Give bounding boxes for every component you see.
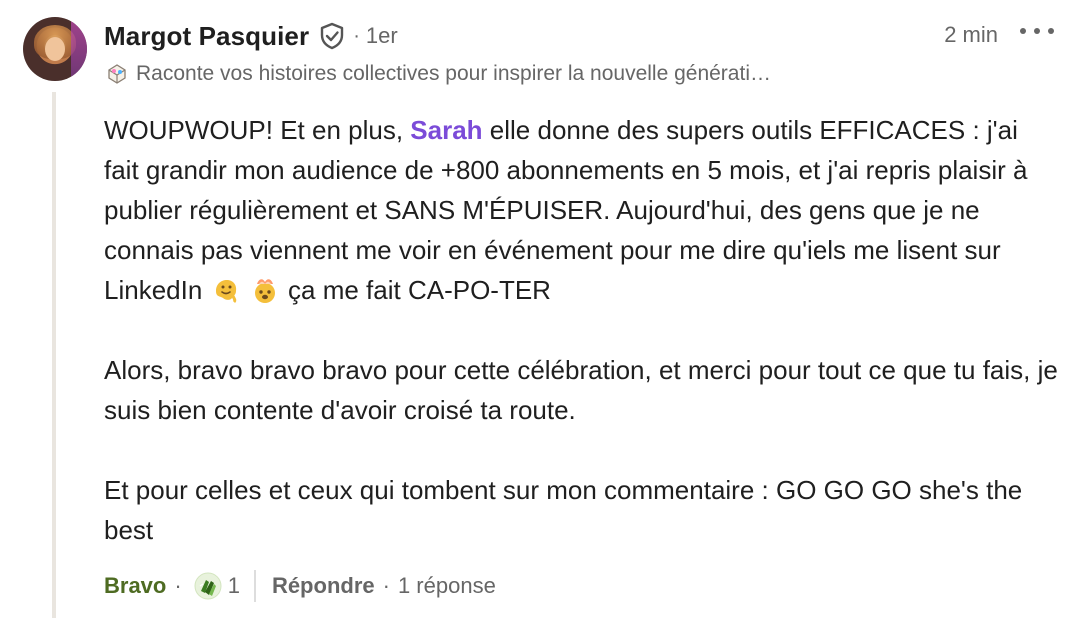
reaction-count[interactable]: 1: [228, 573, 240, 599]
action-separator: ·: [382, 573, 390, 598]
comment-paragraph: Et pour celles et ceux qui tombent sur m…: [104, 475, 1023, 545]
degree-separator: ·: [353, 24, 360, 47]
more-dots-icon[interactable]: [1020, 16, 1054, 46]
avatar-face: [45, 37, 65, 61]
exploding-head-icon: [254, 279, 275, 303]
comment-text: WOUPWOUP! Et en plus,: [104, 115, 411, 145]
verified-shield-icon: [319, 22, 345, 50]
action-separator: ·: [174, 573, 182, 598]
comment-time: 2 min: [944, 22, 998, 47]
action-divider: [253, 570, 256, 602]
comment-header: Margot Pasquier · 1er: [104, 18, 1056, 54]
clapping-hands-icon[interactable]: [194, 572, 222, 600]
author-name[interactable]: Margot Pasquier: [104, 21, 309, 52]
thread-line: [52, 92, 56, 618]
comment-paragraph: Alors, bravo bravo bravo pour cette célé…: [104, 355, 1058, 425]
avatar[interactable]: [23, 17, 87, 81]
avatar-background: [71, 17, 87, 81]
reply-button[interactable]: Répondre: [272, 573, 375, 599]
melting-face-icon: [215, 280, 236, 304]
comment-body: WOUPWOUP! Et en plus, Sarah elle donne d…: [104, 110, 1059, 550]
comment-text: ça me fait CA-PO-TER: [288, 275, 551, 305]
replies-link[interactable]: 1 réponse: [398, 573, 496, 599]
comment-actions: Bravo · 1 Répondre · 1 réponse: [104, 568, 496, 604]
mention-link[interactable]: Sarah: [410, 115, 482, 145]
comment-paragraph: WOUPWOUP! Et en plus, Sarah elle donne d…: [104, 110, 1059, 310]
connection-degree: 1er: [365, 23, 398, 48]
author-headline-text: Raconte vos histoires collectives pour i…: [136, 62, 771, 85]
author-headline: Raconte vos histoires collectives pour i…: [106, 60, 926, 88]
bravo-button[interactable]: Bravo: [104, 573, 166, 599]
colorful-folded-icon: [108, 64, 126, 84]
